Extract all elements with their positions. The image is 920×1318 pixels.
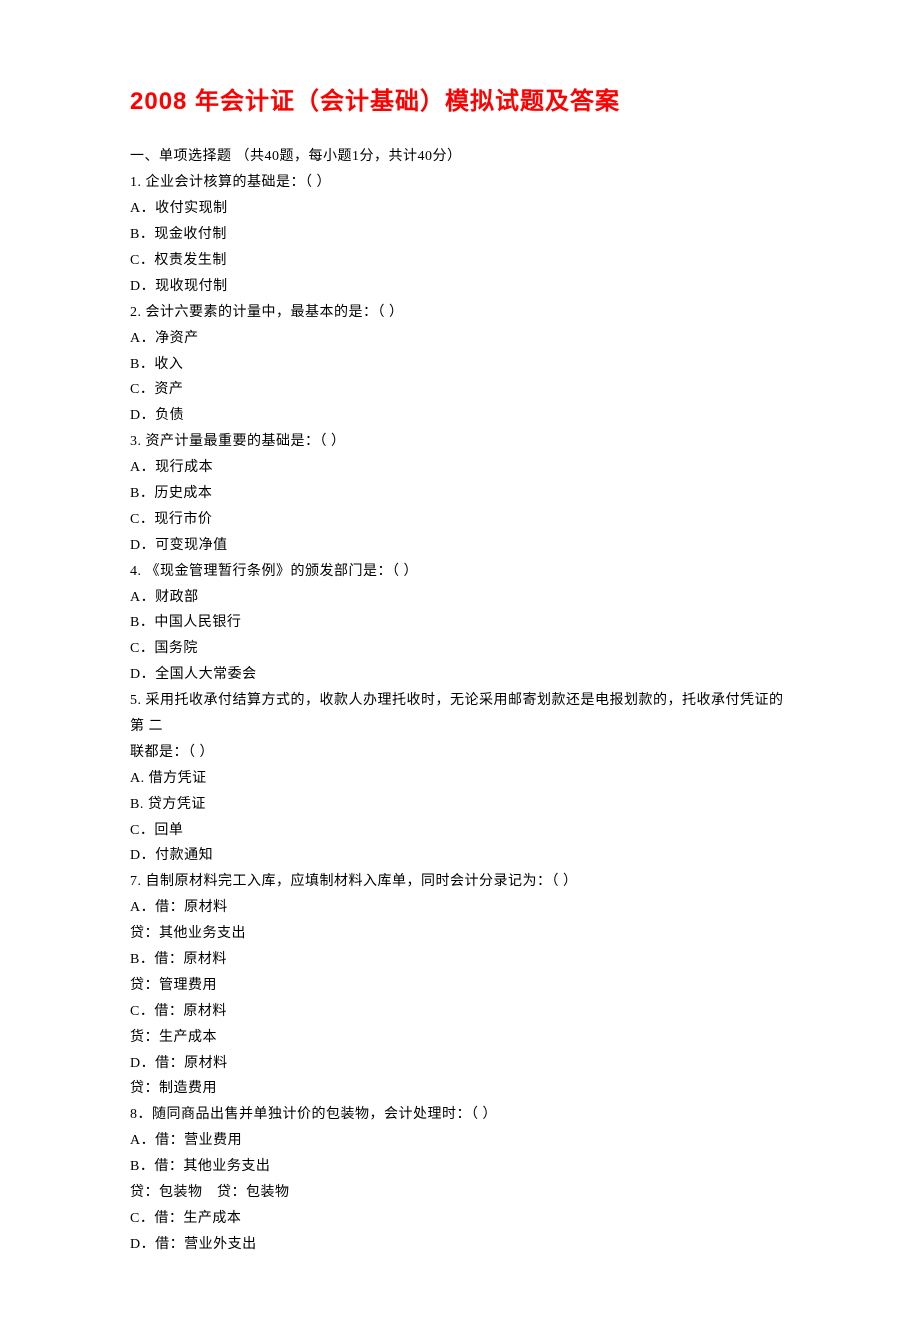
text-line: C．借：生产成本 <box>130 1206 790 1232</box>
text-line: C．借：原材料 <box>130 999 790 1025</box>
text-line: A．借：营业费用 <box>130 1128 790 1154</box>
text-line: A．收付实现制 <box>130 196 790 222</box>
text-line: C．回单 <box>130 818 790 844</box>
text-line: 贷：管理费用 <box>130 973 790 999</box>
text-line: 4. 《现金管理暂行条例》的颁发部门是：（ ） <box>130 559 790 585</box>
text-line: B．现金收付制 <box>130 222 790 248</box>
text-line: A．借：原材料 <box>130 895 790 921</box>
text-line: C．国务院 <box>130 636 790 662</box>
text-line: B. 贷方凭证 <box>130 792 790 818</box>
text-line: D．借：营业外支出 <box>130 1232 790 1258</box>
document-body: 一、单项选择题 （共40题，每小题1分，共计40分）1. 企业会计核算的基础是：… <box>130 144 790 1257</box>
text-line: A. 借方凭证 <box>130 766 790 792</box>
text-line: B．收入 <box>130 352 790 378</box>
text-line: D．负债 <box>130 403 790 429</box>
text-line: A．现行成本 <box>130 455 790 481</box>
text-line: C．权责发生制 <box>130 248 790 274</box>
text-line: 贷：其他业务支出 <box>130 921 790 947</box>
text-line: 3. 资产计量最重要的基础是：（ ） <box>130 429 790 455</box>
text-line: B．借：其他业务支出 <box>130 1154 790 1180</box>
text-line: 1. 企业会计核算的基础是：（ ） <box>130 170 790 196</box>
text-line: B．中国人民银行 <box>130 610 790 636</box>
text-line: D．付款通知 <box>130 843 790 869</box>
text-line: C．资产 <box>130 377 790 403</box>
text-line: D．可变现净值 <box>130 533 790 559</box>
text-line: 5. 采用托收承付结算方式的，收款人办理托收时，无论采用邮寄划款还是电报划款的，… <box>130 688 790 740</box>
text-line: 贷：包装物 贷：包装物 <box>130 1180 790 1206</box>
text-line: A．净资产 <box>130 326 790 352</box>
text-line: 货：生产成本 <box>130 1025 790 1051</box>
document-title: 2008 年会计证（会计基础）模拟试题及答案 <box>130 80 790 124</box>
text-line: D．全国人大常委会 <box>130 662 790 688</box>
text-line: 一、单项选择题 （共40题，每小题1分，共计40分） <box>130 144 790 170</box>
text-line: B．借：原材料 <box>130 947 790 973</box>
text-line: A．财政部 <box>130 585 790 611</box>
text-line: B．历史成本 <box>130 481 790 507</box>
text-line: D．现收现付制 <box>130 274 790 300</box>
text-line: 贷：制造费用 <box>130 1076 790 1102</box>
text-line: 7. 自制原材料完工入库，应填制材料入库单，同时会计分录记为：（ ） <box>130 869 790 895</box>
text-line: 8．随同商品出售并单独计价的包装物，会计处理时：（ ） <box>130 1102 790 1128</box>
text-line: 联都是：（ ） <box>130 740 790 766</box>
text-line: D．借：原材料 <box>130 1051 790 1077</box>
text-line: C．现行市价 <box>130 507 790 533</box>
text-line: 2. 会计六要素的计量中，最基本的是：（ ） <box>130 300 790 326</box>
